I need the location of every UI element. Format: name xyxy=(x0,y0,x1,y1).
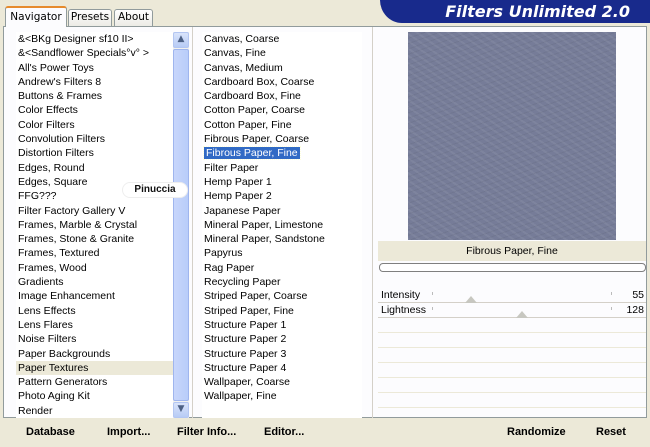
filter-item[interactable]: Canvas, Coarse xyxy=(202,32,362,46)
category-item[interactable]: Filter Factory Gallery V xyxy=(16,204,173,218)
slider-ticks xyxy=(432,292,612,295)
category-list[interactable]: &<BKg Designer sf10 II> &<Sandflower Spec… xyxy=(16,32,173,418)
bottom-toolbar: Database Import... Filter Info... Editor… xyxy=(0,419,650,447)
filter-item[interactable]: Rag Paper xyxy=(202,261,362,275)
filter-item[interactable]: Structure Paper 4 xyxy=(202,361,362,375)
category-item[interactable]: &<BKg Designer sf10 II> xyxy=(16,32,173,46)
filter-item[interactable]: Structure Paper 1 xyxy=(202,318,362,332)
randomize-button[interactable]: Randomize xyxy=(507,426,566,438)
filter-item[interactable]: Striped Paper, Coarse xyxy=(202,289,362,303)
category-item[interactable]: Photo Aging Kit xyxy=(16,389,173,403)
scroll-up-button[interactable]: ▲ xyxy=(173,32,189,48)
category-item[interactable]: Frames, Marble & Crystal xyxy=(16,218,173,232)
filter-item[interactable]: Wallpaper, Coarse xyxy=(202,375,362,389)
category-item[interactable]: Gradients xyxy=(16,275,173,289)
category-item[interactable]: Frames, Stone & Granite xyxy=(16,232,173,246)
category-item[interactable]: Edges, Round xyxy=(16,161,173,175)
param-value: 128 xyxy=(626,304,644,316)
category-item[interactable]: &<Sandflower Specials°v° > xyxy=(16,46,173,60)
category-item[interactable]: Lens Effects xyxy=(16,304,173,318)
divider xyxy=(372,27,373,418)
param-row: Intensity 55 xyxy=(378,288,646,303)
empty-param-row xyxy=(378,378,646,393)
category-item[interactable]: Pattern Generators xyxy=(16,375,173,389)
tab-navigator[interactable]: Navigator xyxy=(5,6,67,27)
scroll-thumb[interactable] xyxy=(173,49,189,401)
category-item[interactable]: Lens Flares xyxy=(16,318,173,332)
filter-item[interactable]: Cotton Paper, Fine xyxy=(202,118,362,132)
filter-item[interactable]: Fibrous Paper, Coarse xyxy=(202,132,362,146)
filter-item[interactable]: Cardboard Box, Coarse xyxy=(202,75,362,89)
category-item[interactable]: Image Enhancement xyxy=(16,289,173,303)
param-row: Lightness 128 xyxy=(378,303,646,318)
category-scrollbar[interactable]: ▲ ▼ xyxy=(173,32,189,418)
category-item[interactable]: Paper Backgrounds xyxy=(16,347,173,361)
editor-button[interactable]: Editor... xyxy=(264,426,304,438)
filter-item[interactable]: Mineral Paper, Sandstone xyxy=(202,232,362,246)
filter-item[interactable]: Canvas, Fine xyxy=(202,46,362,60)
category-item[interactable]: Buttons & Frames xyxy=(16,89,173,103)
filter-item[interactable]: Papyrus xyxy=(202,246,362,260)
scroll-down-button[interactable]: ▼ xyxy=(173,402,189,418)
category-item[interactable]: Distortion Filters xyxy=(16,146,173,160)
filter-item[interactable]: Hemp Paper 1 xyxy=(202,175,362,189)
tab-presets[interactable]: Presets xyxy=(68,9,112,26)
filter-item[interactable]: Fibrous Paper, Fine xyxy=(202,146,362,161)
divider xyxy=(192,27,193,418)
parameter-list: Intensity 55 Lightness 128 xyxy=(378,288,646,408)
empty-param-row xyxy=(378,393,646,408)
tab-about[interactable]: About xyxy=(114,9,153,26)
param-label: Intensity xyxy=(381,289,421,301)
empty-param-row xyxy=(378,348,646,363)
param-value: 55 xyxy=(632,289,644,301)
slider-thumb[interactable] xyxy=(464,296,477,303)
slider-ticks xyxy=(432,307,612,310)
category-item[interactable]: Frames, Textured xyxy=(16,246,173,260)
filter-item[interactable]: Mineral Paper, Limestone xyxy=(202,218,362,232)
category-item[interactable]: Color Filters xyxy=(16,118,173,132)
empty-param-row xyxy=(378,363,646,378)
category-item[interactable]: All's Power Toys xyxy=(16,61,173,75)
category-item[interactable]: Render xyxy=(16,404,173,418)
param-slider[interactable] xyxy=(432,303,612,318)
filter-list[interactable]: Canvas, Coarse Canvas, Fine Canvas, Medium… xyxy=(202,32,362,418)
category-item[interactable]: Paper Textures xyxy=(16,360,173,376)
category-item[interactable]: Andrew's Filters 8 xyxy=(16,75,173,89)
filter-preview-image xyxy=(408,32,616,240)
filter-item[interactable]: Structure Paper 2 xyxy=(202,332,362,346)
category-item[interactable]: Noise Filters xyxy=(16,332,173,346)
import-button[interactable]: Import... xyxy=(107,426,150,438)
filter-item[interactable]: Cotton Paper, Coarse xyxy=(202,103,362,117)
filter-item[interactable]: Cardboard Box, Fine xyxy=(202,89,362,103)
watermark-label: Pinuccia xyxy=(122,182,188,198)
filter-item[interactable]: Canvas, Medium xyxy=(202,61,362,75)
filter-item[interactable]: Striped Paper, Fine xyxy=(202,304,362,318)
current-filter-name: Fibrous Paper, Fine xyxy=(378,241,646,261)
slider-thumb[interactable] xyxy=(516,311,529,318)
filter-item[interactable]: Japanese Paper xyxy=(202,204,362,218)
database-button[interactable]: Database xyxy=(26,426,75,438)
progress-bar xyxy=(379,263,646,272)
reset-button[interactable]: Reset xyxy=(596,426,626,438)
app-banner: Filters Unlimited 2.0 xyxy=(380,0,650,23)
param-label: Lightness xyxy=(381,304,426,316)
empty-param-row xyxy=(378,318,646,333)
empty-param-row xyxy=(378,333,646,348)
category-item[interactable]: Convolution Filters xyxy=(16,132,173,146)
category-item[interactable]: Color Effects xyxy=(16,103,173,117)
filter-item[interactable]: Recycling Paper xyxy=(202,275,362,289)
filter-item[interactable]: Wallpaper, Fine xyxy=(202,389,362,403)
category-item[interactable]: Frames, Wood xyxy=(16,261,173,275)
param-slider[interactable] xyxy=(432,288,612,303)
filter-item[interactable]: Filter Paper xyxy=(202,161,362,175)
filter-info-button[interactable]: Filter Info... xyxy=(177,426,236,438)
filter-item[interactable]: Hemp Paper 2 xyxy=(202,189,362,203)
filter-item[interactable]: Structure Paper 3 xyxy=(202,347,362,361)
